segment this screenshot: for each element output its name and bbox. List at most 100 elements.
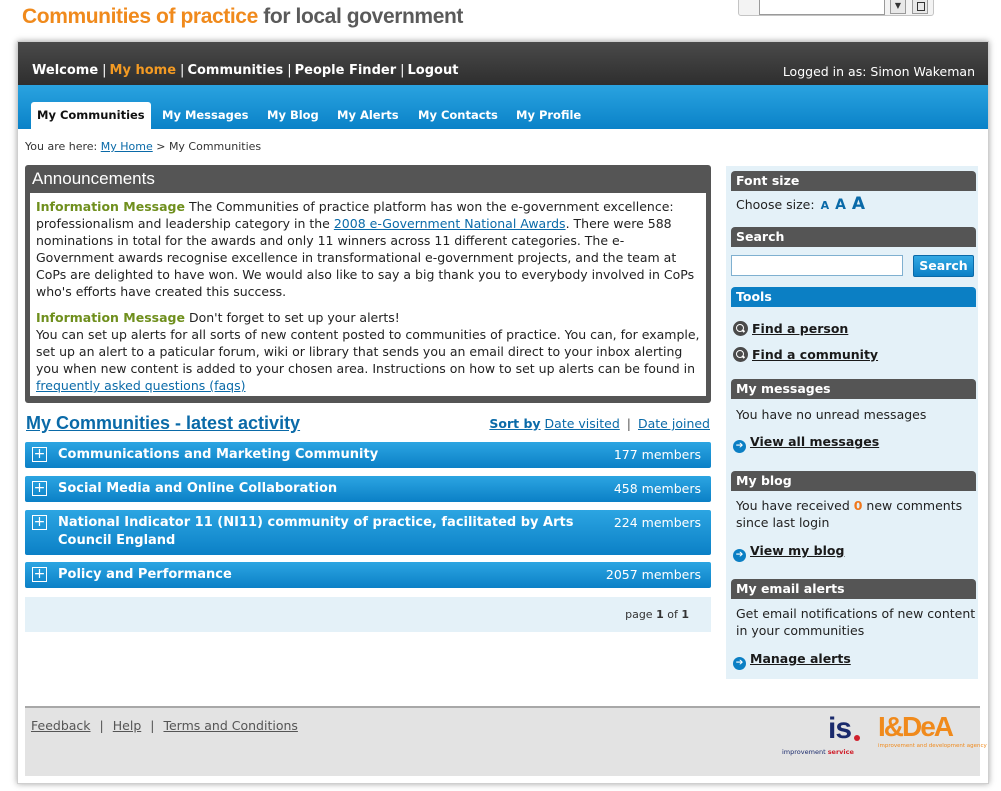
faqs-link[interactable]: frequently asked questions (faqs) bbox=[36, 378, 246, 393]
is-tagline-highlight: service bbox=[827, 748, 854, 756]
nav-people-finder[interactable]: People Finder bbox=[295, 63, 397, 78]
community-row[interactable]: + Policy and Performance 2057 members bbox=[25, 562, 711, 588]
idea-logo-mark: I&DeA bbox=[878, 711, 954, 742]
search-button[interactable]: Search bbox=[913, 255, 974, 277]
main-nav: Welcome | My home | Communities | People Finde… bbox=[32, 63, 458, 78]
idea-logo-tagline: improvement and development agency bbox=[878, 743, 987, 749]
view-messages-link[interactable]: ➔ View all messages bbox=[733, 434, 879, 453]
blog-status: You have received 0 new comments since la… bbox=[736, 497, 962, 531]
community-row[interactable]: + National Indicator 11 (NI11) community… bbox=[25, 510, 711, 555]
expand-icon[interactable]: + bbox=[32, 481, 47, 496]
announcements-body: Information Message The Communities of p… bbox=[30, 193, 706, 396]
nav-my-home[interactable]: My home bbox=[110, 63, 177, 78]
sort-controls: Sort by Date visited | Date joined bbox=[489, 416, 710, 431]
page-indicator: page 1 of 1 bbox=[625, 608, 689, 621]
restore-window-icon[interactable] bbox=[912, 0, 928, 14]
find-person-label[interactable]: Find a person bbox=[752, 321, 848, 336]
breadcrumb-current: My Communities bbox=[168, 140, 262, 153]
view-messages-label[interactable]: View all messages bbox=[750, 434, 879, 449]
tab-my-alerts[interactable]: My Alerts bbox=[337, 108, 399, 122]
manage-alerts-label[interactable]: Manage alerts bbox=[750, 651, 851, 666]
breadcrumb-home-link[interactable]: My Home bbox=[101, 140, 153, 153]
page-frame: Welcome | My home | Communities | People Finde… bbox=[17, 41, 989, 784]
logo-dot bbox=[854, 735, 860, 741]
font-size-label: Choose size: bbox=[736, 197, 815, 212]
top-navigation-bar: Welcome | My home | Communities | People Finde… bbox=[18, 42, 988, 85]
expand-icon[interactable]: + bbox=[32, 567, 47, 582]
announcement-item: Information Message Don't forget to set … bbox=[36, 310, 700, 395]
view-blog-link[interactable]: ➔ View my blog bbox=[733, 543, 844, 562]
pagination: page 1 of 1 bbox=[25, 597, 711, 632]
messages-heading: My messages bbox=[731, 379, 976, 399]
awards-link[interactable]: 2008 e-Government National Awards bbox=[334, 216, 566, 231]
tab-my-communities[interactable]: My Communities bbox=[31, 102, 151, 129]
font-size-small[interactable]: A bbox=[821, 199, 830, 212]
find-person-link[interactable]: Find a person bbox=[733, 321, 848, 336]
font-size-medium[interactable]: A bbox=[835, 197, 846, 213]
email-alerts-line: Get email notifications of new content bbox=[736, 606, 976, 621]
help-link[interactable]: Help bbox=[113, 718, 142, 733]
tab-my-messages[interactable]: My Messages bbox=[162, 108, 249, 122]
magnifier-icon bbox=[733, 347, 748, 362]
find-community-link[interactable]: Find a community bbox=[733, 347, 878, 362]
improvement-service-logo[interactable]: is improvement service bbox=[782, 712, 862, 758]
sort-by-label: Sort by bbox=[489, 416, 541, 431]
community-name[interactable]: Social Media and Online Collaboration bbox=[58, 480, 337, 498]
nav-separator: | bbox=[180, 63, 185, 78]
is-logo-tagline: improvement service bbox=[782, 748, 854, 756]
nav-welcome[interactable]: Welcome bbox=[32, 63, 98, 78]
info-message-label: Information Message bbox=[36, 310, 185, 326]
dropdown-field[interactable] bbox=[759, 0, 885, 15]
community-row[interactable]: + Communications and Marketing Community… bbox=[25, 442, 711, 468]
announcement-text: You can set up alerts for all sorts of n… bbox=[36, 327, 700, 377]
member-count: 224 members bbox=[613, 515, 701, 530]
tab-my-profile[interactable]: My Profile bbox=[516, 108, 581, 122]
announcements-title: Announcements bbox=[32, 169, 155, 188]
arrow-right-icon: ➔ bbox=[733, 440, 746, 453]
logged-in-status: Logged in as: Simon Wakeman bbox=[782, 64, 975, 79]
browser-dropdown[interactable]: ▼ bbox=[738, 0, 934, 16]
announcement-item: Information Message The Communities of p… bbox=[36, 199, 700, 300]
manage-alerts-link[interactable]: ➔ Manage alerts bbox=[733, 651, 851, 670]
blog-text: You have received bbox=[736, 498, 854, 513]
terms-link[interactable]: Terms and Conditions bbox=[163, 718, 297, 733]
activity-title[interactable]: My Communities - latest activity bbox=[26, 413, 300, 434]
community-name[interactable]: Communications and Marketing Community bbox=[58, 446, 378, 464]
logo-secondary-text: for local government bbox=[257, 5, 463, 28]
font-size-large[interactable]: A bbox=[852, 194, 865, 214]
breadcrumb: You are here: My Home > My Communities bbox=[25, 140, 261, 153]
blog-text: since last login bbox=[736, 515, 830, 530]
tab-my-contacts[interactable]: My Contacts bbox=[418, 108, 498, 122]
expand-icon[interactable]: + bbox=[32, 515, 47, 530]
sort-date-joined[interactable]: Date joined bbox=[638, 416, 710, 431]
is-logo-mark: is bbox=[828, 712, 852, 745]
member-count: 458 members bbox=[613, 481, 701, 496]
email-alerts-line: in your communities bbox=[736, 623, 865, 638]
nav-communities[interactable]: Communities bbox=[187, 63, 283, 78]
blog-heading: My blog bbox=[731, 471, 976, 491]
page-prefix: page bbox=[625, 608, 657, 621]
chevron-down-icon[interactable]: ▼ bbox=[890, 0, 906, 14]
sidebar: Font size Choose size: A A A Search Sear… bbox=[726, 166, 978, 679]
find-community-label[interactable]: Find a community bbox=[752, 347, 878, 362]
is-tagline-text: improvement bbox=[782, 748, 828, 756]
community-name[interactable]: Policy and Performance bbox=[58, 566, 232, 584]
email-alerts-text: Get email notifications of new content in… bbox=[736, 605, 975, 639]
nav-logout[interactable]: Logout bbox=[408, 63, 459, 78]
view-blog-label[interactable]: View my blog bbox=[750, 543, 844, 558]
expand-icon[interactable]: + bbox=[32, 447, 47, 462]
announcements-panel: Announcements Information Message The Co… bbox=[25, 165, 711, 403]
idea-logo[interactable]: I&DeA improvement and development agency bbox=[878, 711, 987, 752]
tab-my-blog[interactable]: My Blog bbox=[267, 108, 319, 122]
nav-separator: | bbox=[287, 63, 292, 78]
sort-date-visited[interactable]: Date visited bbox=[545, 416, 620, 431]
magnifier-icon bbox=[733, 321, 748, 336]
feedback-link[interactable]: Feedback bbox=[31, 718, 91, 733]
search-input[interactable] bbox=[731, 255, 903, 276]
page-of: of bbox=[663, 608, 682, 621]
site-logo[interactable]: Communities of practice for local govern… bbox=[22, 5, 463, 29]
community-name[interactable]: National Indicator 11 (NI11) community o… bbox=[58, 514, 578, 550]
font-size-chooser: Choose size: A A A bbox=[736, 196, 865, 214]
blog-text: new comments bbox=[862, 498, 963, 513]
community-row[interactable]: + Social Media and Online Collaboration … bbox=[25, 476, 711, 502]
